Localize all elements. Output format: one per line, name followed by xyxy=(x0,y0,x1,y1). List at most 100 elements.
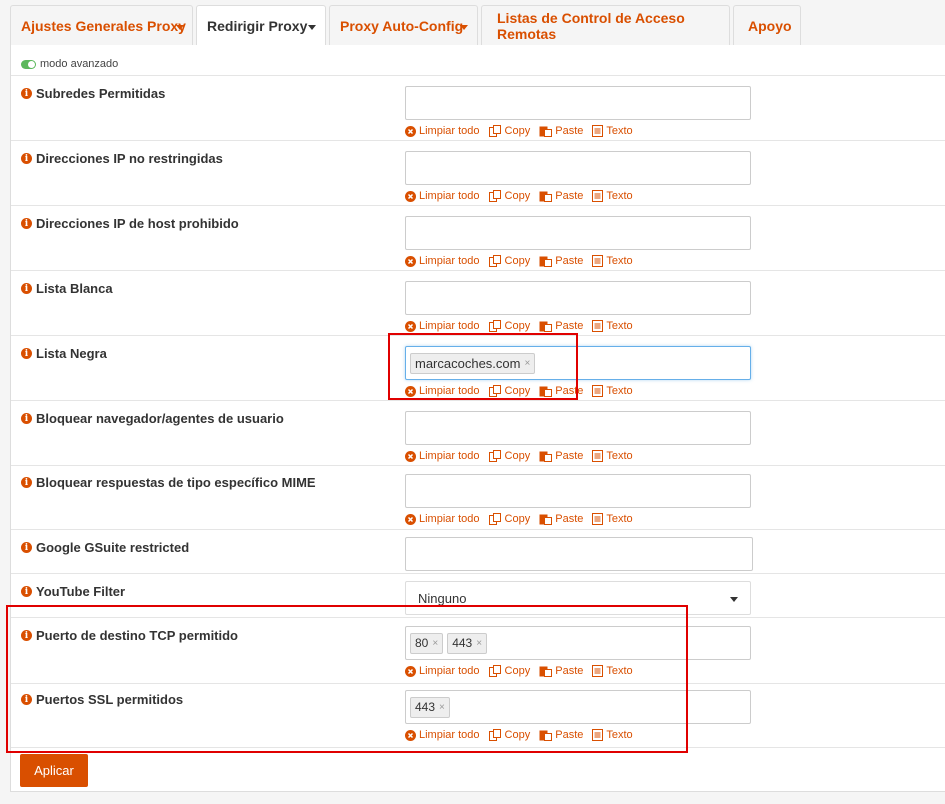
tab-proxy-auto-config[interactable]: Proxy Auto-Config xyxy=(329,5,478,45)
toggle-on-icon[interactable] xyxy=(21,59,36,69)
copy-button[interactable]: Copy xyxy=(488,320,530,332)
text-button[interactable]: Texto xyxy=(592,125,633,137)
tab-ajustes-generales[interactable]: Ajustes Generales Proxy xyxy=(10,5,193,45)
info-icon[interactable]: i xyxy=(21,88,32,99)
info-icon[interactable]: i xyxy=(21,153,32,164)
ssl-ports-input[interactable]: 443 × xyxy=(405,690,751,724)
text-button[interactable]: Texto xyxy=(592,513,633,525)
action-label: Texto xyxy=(606,665,633,677)
paste-button[interactable]: Paste xyxy=(539,385,583,397)
copy-icon xyxy=(488,385,501,397)
action-label: Limpiar todo xyxy=(419,385,480,397)
paste-button[interactable]: Paste xyxy=(539,729,583,741)
text-button[interactable]: Texto xyxy=(592,190,633,202)
file-text-icon xyxy=(592,513,604,525)
lista-negra-input[interactable]: marcacoches.com × xyxy=(405,346,751,380)
info-icon[interactable]: i xyxy=(21,413,32,424)
action-label: Paste xyxy=(555,320,584,332)
field-label-text: Puerto de destino TCP permitido xyxy=(36,628,239,643)
info-icon[interactable]: i xyxy=(21,218,32,229)
clear-all-button[interactable]: Limpiar todo xyxy=(405,320,480,332)
text-button[interactable]: Texto xyxy=(592,255,633,267)
text-button[interactable]: Texto xyxy=(592,385,633,397)
action-label: Texto xyxy=(606,729,633,741)
paste-button[interactable]: Paste xyxy=(539,513,583,525)
clear-all-button[interactable]: Limpiar todo xyxy=(405,385,480,397)
copy-button[interactable]: Copy xyxy=(488,255,531,267)
file-text-icon xyxy=(592,255,604,267)
paste-button[interactable]: Paste xyxy=(539,190,583,202)
copy-button[interactable]: Copy xyxy=(488,450,530,462)
action-label: Paste xyxy=(555,513,584,525)
field-actions: Limpiar todo Copy Paste Texto xyxy=(405,189,642,203)
info-icon[interactable]: i xyxy=(21,586,32,597)
field-label: i YouTube Filter xyxy=(21,584,125,599)
remove-tag-icon[interactable]: × xyxy=(476,638,482,649)
file-text-icon xyxy=(592,190,604,202)
copy-icon xyxy=(488,450,501,462)
action-label: Copy xyxy=(504,255,531,267)
ip-prohibido-input[interactable] xyxy=(405,216,751,250)
tab-apoyo[interactable]: Apoyo xyxy=(733,5,801,45)
youtube-filter-select[interactable]: Ninguno xyxy=(405,581,751,615)
copy-icon xyxy=(488,320,501,332)
info-icon[interactable]: i xyxy=(21,283,32,294)
advanced-mode-toggle[interactable]: modo avanzado xyxy=(21,57,118,71)
lista-blanca-input[interactable] xyxy=(405,281,751,315)
action-label: Texto xyxy=(606,190,633,202)
paste-button[interactable]: Paste xyxy=(539,665,583,677)
times-circle-icon xyxy=(405,190,416,202)
clear-all-button[interactable]: Limpiar todo xyxy=(405,190,480,202)
clear-all-button[interactable]: Limpiar todo xyxy=(405,450,480,462)
times-circle-icon xyxy=(405,255,416,267)
remove-tag-icon[interactable]: × xyxy=(432,638,438,649)
copy-button[interactable]: Copy xyxy=(488,190,531,202)
paste-button[interactable]: Paste xyxy=(539,450,583,462)
paste-button[interactable]: Paste xyxy=(539,255,583,267)
paste-button[interactable]: Paste xyxy=(539,125,583,137)
file-text-icon xyxy=(592,125,604,137)
copy-button[interactable]: Copy xyxy=(488,665,530,677)
times-circle-icon xyxy=(405,665,416,677)
gsuite-input[interactable] xyxy=(405,537,753,571)
action-label: Copy xyxy=(504,190,531,202)
remove-tag-icon[interactable]: × xyxy=(439,702,445,713)
tab-label: Proxy Auto-Config xyxy=(340,17,464,34)
ip-no-restringidas-input[interactable] xyxy=(405,151,751,185)
divider xyxy=(11,747,945,748)
tab-listas-control-acceso[interactable]: Listas de Control de Acceso Remotas xyxy=(481,5,730,45)
info-icon[interactable]: i xyxy=(21,630,32,641)
action-label: Texto xyxy=(606,450,633,462)
tcp-ports-input[interactable]: 80 × 443 × xyxy=(405,626,751,660)
field-label-text: Lista Negra xyxy=(36,346,107,361)
advanced-mode-label: modo avanzado xyxy=(40,58,119,70)
info-icon[interactable]: i xyxy=(21,477,32,488)
paste-icon xyxy=(539,386,553,397)
info-icon[interactable]: i xyxy=(21,348,32,359)
clear-all-button[interactable]: Limpiar todo xyxy=(405,665,480,677)
copy-button[interactable]: Copy xyxy=(488,513,530,525)
copy-button[interactable]: Copy xyxy=(488,385,530,397)
info-icon[interactable]: i xyxy=(21,542,32,553)
paste-button[interactable]: Paste xyxy=(539,320,583,332)
clear-all-button[interactable]: Limpiar todo xyxy=(405,255,480,267)
subredes-input[interactable] xyxy=(405,86,751,120)
copy-button[interactable]: Copy xyxy=(488,125,530,137)
remove-tag-icon[interactable]: × xyxy=(524,358,530,369)
clear-all-button[interactable]: Limpiar todo xyxy=(405,125,480,137)
text-button[interactable]: Texto xyxy=(592,665,633,677)
text-button[interactable]: Texto xyxy=(592,729,633,741)
copy-icon xyxy=(488,190,501,202)
apply-button[interactable]: Aplicar xyxy=(20,754,88,787)
clear-all-button[interactable]: Limpiar todo xyxy=(405,729,480,741)
tab-redirigir-proxy[interactable]: Redirigir Proxy xyxy=(196,5,326,46)
text-button[interactable]: Texto xyxy=(592,320,633,332)
clear-all-button[interactable]: Limpiar todo xyxy=(405,513,480,525)
text-button[interactable]: Texto xyxy=(592,450,633,462)
field-actions: Limpiar todo Copy Paste Texto xyxy=(405,512,642,526)
info-icon[interactable]: i xyxy=(21,694,32,705)
field-label: i Lista Blanca xyxy=(21,281,113,296)
copy-button[interactable]: Copy xyxy=(488,729,530,741)
mime-input[interactable] xyxy=(405,474,751,508)
agentes-input[interactable] xyxy=(405,411,751,445)
